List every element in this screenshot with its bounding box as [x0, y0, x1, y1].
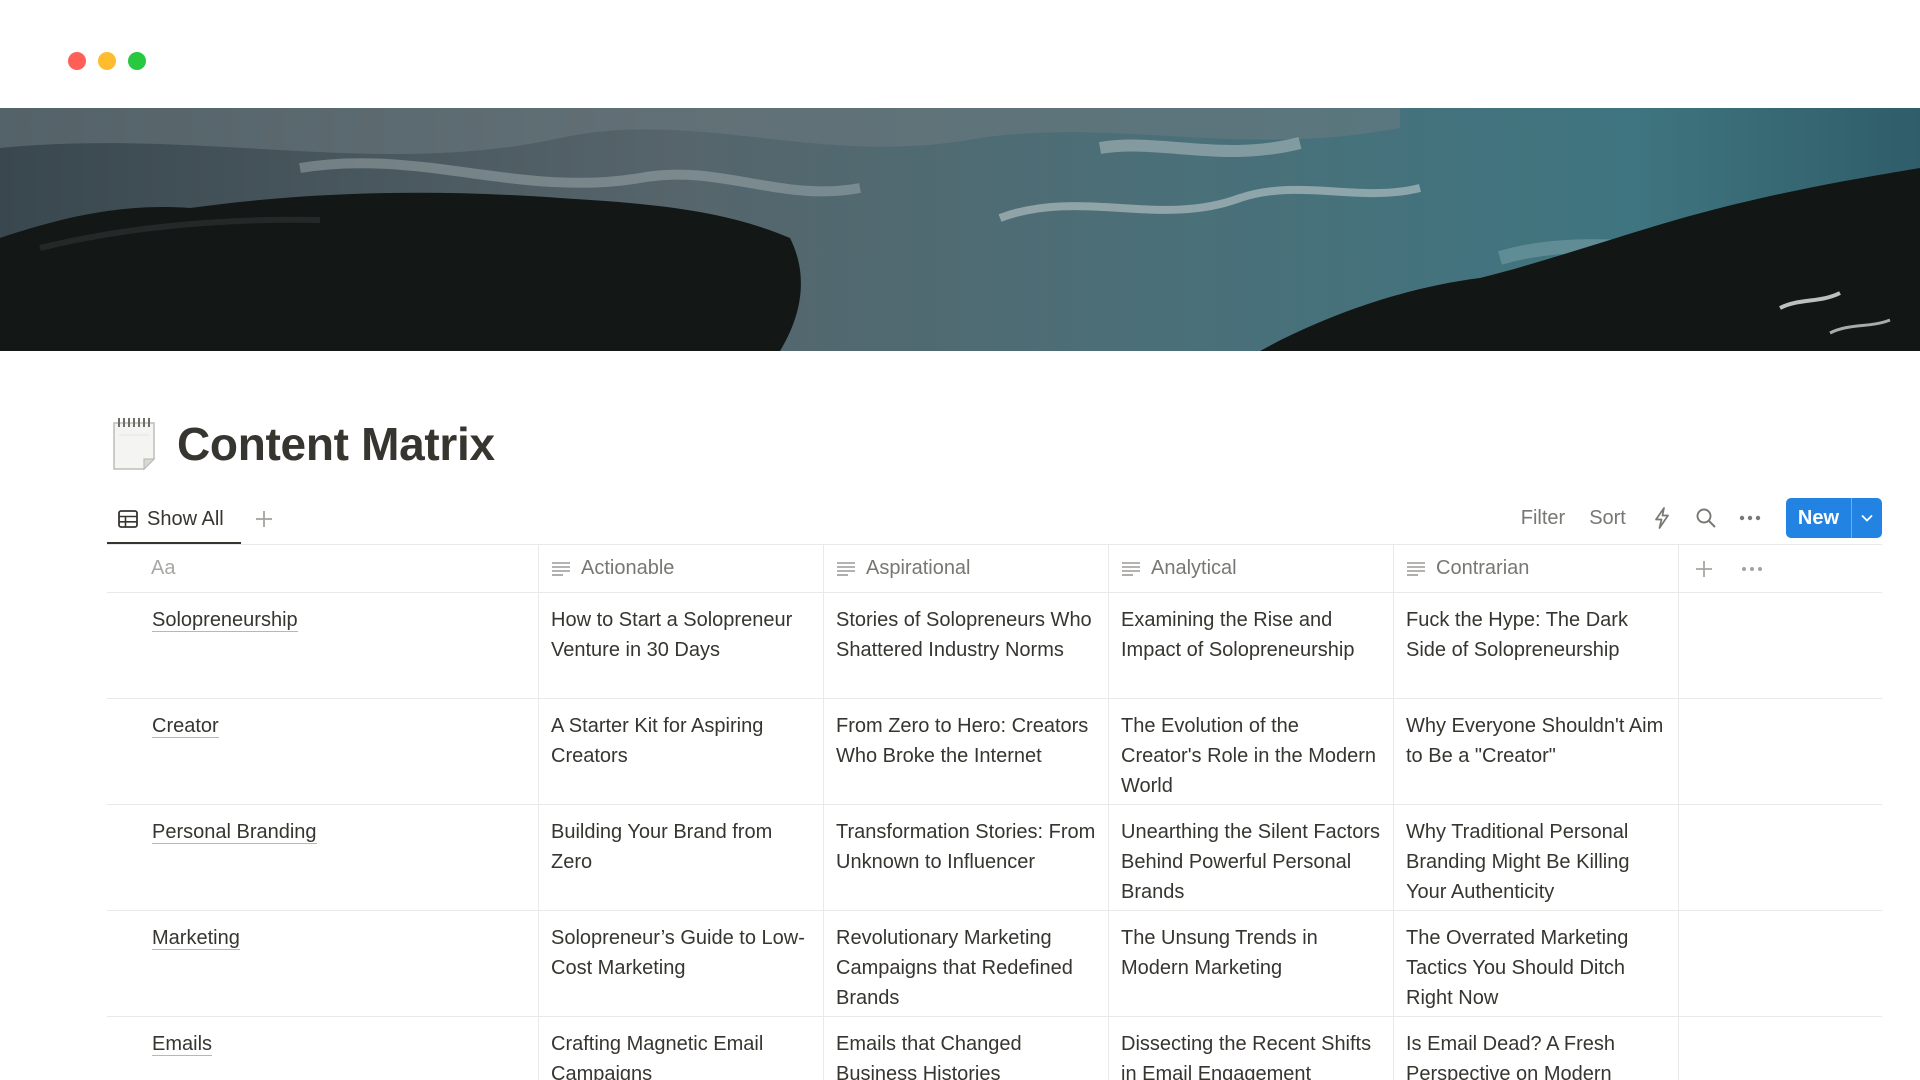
close-window-button[interactable] [68, 52, 86, 70]
row-title[interactable]: Emails [152, 1033, 213, 1056]
table-row[interactable]: Personal Branding Building Your Brand fr… [107, 805, 1882, 911]
column-header-label: Actionable [581, 557, 675, 579]
column-header-label: Contrarian [1436, 557, 1530, 579]
column-header-name[interactable]: Aa [107, 545, 539, 592]
table-cell[interactable]: Fuck the Hype: The Dark Side of Solopren… [1394, 593, 1679, 698]
add-property-plus-icon[interactable] [1693, 558, 1715, 580]
table-cell[interactable]: Transformation Stories: From Unknown to … [824, 805, 1109, 910]
table-cell[interactable]: Why Everyone Shouldn't Aim to Be a "Crea… [1394, 699, 1679, 804]
lightning-icon[interactable] [1650, 506, 1674, 530]
table-row[interactable]: Emails Crafting Magnetic Email Campaigns… [107, 1017, 1882, 1080]
table-row[interactable]: Solopreneurship How to Start a Soloprene… [107, 593, 1882, 699]
view-toolbar: Filter Sort New [1521, 498, 1882, 538]
table-cell[interactable]: Crafting Magnetic Email Campaigns [539, 1017, 824, 1080]
column-header-actionable[interactable]: Actionable [539, 545, 824, 592]
page-cover-image [0, 108, 1920, 351]
row-title[interactable]: Personal Branding [152, 821, 317, 844]
new-button[interactable]: New [1786, 498, 1851, 538]
page-title[interactable]: Content Matrix [177, 416, 495, 472]
content-matrix-table: Aa Actionable Aspirational Analytical Co… [107, 545, 1882, 1080]
app-window: Content Matrix Show All Filter Sort New … [0, 0, 1920, 1080]
table-cell[interactable]: Dissecting the Recent Shifts in Email En… [1109, 1017, 1394, 1080]
table-row[interactable]: Marketing Solopreneur’s Guide to Low-Cos… [107, 911, 1882, 1017]
table-cell[interactable]: Emails that Changed Business Histories [824, 1017, 1109, 1080]
row-name-cell[interactable]: Marketing [107, 911, 539, 1016]
column-header-analytical[interactable]: Analytical [1109, 545, 1394, 592]
ellipsis-icon[interactable] [1739, 558, 1765, 580]
sort-button[interactable]: Sort [1589, 507, 1626, 530]
title-bar [0, 0, 1920, 108]
table-cell[interactable]: From Zero to Hero: Creators Who Broke th… [824, 699, 1109, 804]
table-cell[interactable]: Revolutionary Marketing Campaigns that R… [824, 911, 1109, 1016]
row-title[interactable]: Solopreneurship [152, 609, 298, 632]
text-property-icon [1407, 561, 1425, 576]
zoom-window-button[interactable] [128, 52, 146, 70]
plus-icon[interactable] [251, 506, 277, 532]
column-header-contrarian[interactable]: Contrarian [1394, 545, 1679, 592]
view-tab-label: Show All [147, 507, 224, 530]
table-cell[interactable]: Building Your Brand from Zero [539, 805, 824, 910]
table-row[interactable]: Creator A Starter Kit for Aspiring Creat… [107, 699, 1882, 805]
table-cell[interactable]: Why Traditional Personal Branding Might … [1394, 805, 1679, 910]
column-header-label: Analytical [1151, 557, 1237, 579]
table-cell[interactable]: Stories of Solopreneurs Who Shattered In… [824, 593, 1109, 698]
column-header-label: Aspirational [866, 557, 971, 579]
empty-cell [1679, 593, 1882, 698]
empty-cell [1679, 911, 1882, 1016]
table-cell[interactable]: Examining the Rise and Impact of Solopre… [1109, 593, 1394, 698]
table-cell[interactable]: Unearthing the Silent Factors Behind Pow… [1109, 805, 1394, 910]
filter-button[interactable]: Filter [1521, 507, 1565, 530]
empty-cell [1679, 1017, 1882, 1080]
table-header: Aa Actionable Aspirational Analytical Co… [107, 545, 1882, 593]
row-name-cell[interactable]: Personal Branding [107, 805, 539, 910]
table-cell[interactable]: How to Start a Solopreneur Venture in 30… [539, 593, 824, 698]
row-title[interactable]: Creator [152, 715, 219, 738]
spiral-notepad-icon[interactable] [110, 415, 162, 471]
minimize-window-button[interactable] [98, 52, 116, 70]
ellipsis-icon[interactable] [1738, 506, 1762, 530]
table-cell[interactable]: The Unsung Trends in Modern Marketing [1109, 911, 1394, 1016]
row-name-cell[interactable]: Emails [107, 1017, 539, 1080]
text-property-icon [1122, 561, 1140, 576]
table-cell[interactable]: The Overrated Marketing Tactics You Shou… [1394, 911, 1679, 1016]
text-property-icon [552, 561, 570, 576]
search-icon[interactable] [1694, 506, 1718, 530]
column-header-actions [1679, 545, 1882, 592]
table-cell[interactable]: A Starter Kit for Aspiring Creators [539, 699, 824, 804]
text-property-icon [837, 561, 855, 576]
new-button-group: New [1785, 498, 1882, 538]
empty-cell [1679, 699, 1882, 804]
table-icon [118, 510, 138, 528]
view-tab-show-all[interactable]: Show All [107, 496, 241, 544]
table-cell[interactable]: The Evolution of the Creator's Role in t… [1109, 699, 1394, 804]
column-header-aspirational[interactable]: Aspirational [824, 545, 1109, 592]
empty-cell [1679, 805, 1882, 910]
database-view-bar: Show All Filter Sort New [107, 496, 1882, 545]
table-cell[interactable]: Is Email Dead? A Fresh Perspective on Mo… [1394, 1017, 1679, 1080]
row-title[interactable]: Marketing [152, 927, 240, 950]
row-name-cell[interactable]: Creator [107, 699, 539, 804]
row-name-cell[interactable]: Solopreneurship [107, 593, 539, 698]
table-cell[interactable]: Solopreneur’s Guide to Low-Cost Marketin… [539, 911, 824, 1016]
chevron-down-icon[interactable] [1851, 498, 1882, 538]
name-column-label: Aa [151, 557, 176, 579]
